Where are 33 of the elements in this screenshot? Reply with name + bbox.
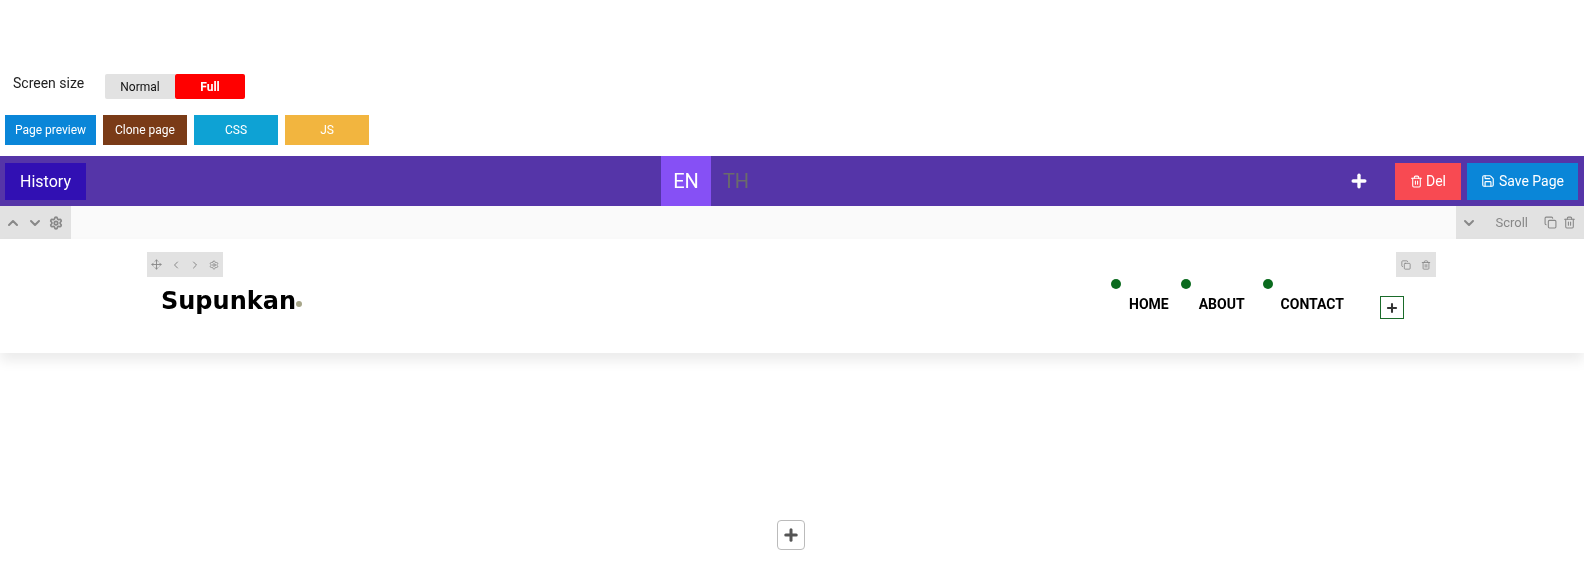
logo-dot-icon [296,301,302,307]
copy-icon[interactable] [1544,216,1557,229]
plus-icon [782,526,800,544]
settings-icon[interactable] [209,259,220,270]
delete-icon[interactable] [1421,259,1431,270]
save-button[interactable]: Save Page [1467,162,1578,200]
nav-link[interactable]: CONTACT [1280,296,1344,312]
save-icon [1480,174,1495,188]
scroll-label[interactable]: Scroll [1495,215,1528,230]
handle-dot-icon[interactable] [1180,279,1191,289]
logo: Supunkan [161,287,296,315]
add-icon[interactable] [1349,171,1369,191]
trash-icon [1410,174,1423,188]
preview-button[interactable]: Page preview [5,115,96,145]
handle-dot-icon[interactable] [1111,279,1121,289]
add-menu-item-button[interactable] [1380,296,1404,319]
nav-link[interactable]: HOME [1129,296,1169,312]
handle-dot-icon[interactable] [1262,279,1273,289]
css-button[interactable]: CSS [194,115,278,145]
history-button[interactable]: History [5,162,86,200]
copy-icon[interactable] [1401,259,1411,270]
language-tab[interactable]: EN [661,156,711,206]
add-section-button[interactable] [777,520,805,550]
nav-link[interactable]: ABOUT [1198,296,1245,312]
settings-icon[interactable] [49,215,63,230]
move-icon[interactable] [150,259,162,270]
screen-size-label: Screen size [13,75,86,91]
delete-icon[interactable] [1563,216,1576,229]
clone-button[interactable]: Clone page [103,115,187,145]
screen-size-option[interactable]: Normal [105,74,175,99]
screen-size-option[interactable]: Full [175,74,245,99]
plus-icon [1385,300,1399,315]
delete-button[interactable]: Del [1395,162,1461,200]
